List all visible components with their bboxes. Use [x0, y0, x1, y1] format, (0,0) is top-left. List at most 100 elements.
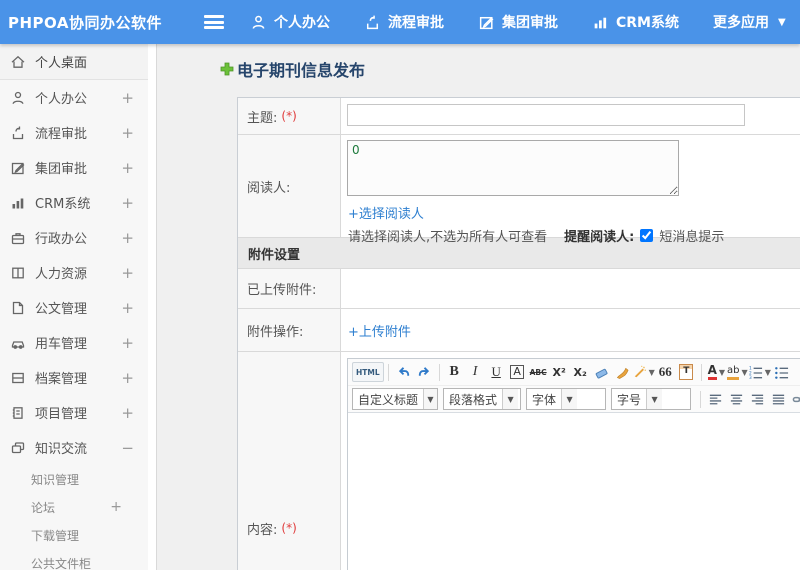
expand-plus-icon[interactable]: +	[121, 369, 134, 387]
bold-button[interactable]: B	[444, 361, 465, 383]
edit-icon	[478, 14, 495, 31]
editor-content-area[interactable]	[348, 413, 800, 570]
subscript-button[interactable]: X₂	[570, 361, 591, 383]
unordered-list-button[interactable]	[771, 361, 792, 383]
edit-icon	[10, 160, 26, 176]
reader-row: 阅读人: 0 +选择阅读人 请选择阅读人,不选为所有人可查看 提醒阅读人: 短消…	[238, 135, 800, 238]
sidebar-item-documents[interactable]: 公文管理 +	[0, 290, 148, 325]
collapse-minus-icon[interactable]: −	[121, 439, 134, 457]
expand-plus-icon[interactable]: +	[121, 299, 134, 317]
expand-plus-icon[interactable]: +	[121, 404, 134, 422]
sidebar-subitem-knowledge-mgmt[interactable]: 知识管理	[0, 465, 148, 493]
briefcase-icon	[10, 230, 26, 246]
align-left-button[interactable]	[705, 388, 726, 410]
choose-reader-link[interactable]: +选择阅读人	[348, 203, 800, 222]
nav-more-apps[interactable]: 更多应用 ▼	[713, 12, 786, 32]
add-plus-icon	[220, 62, 234, 76]
expand-plus-icon[interactable]: +	[121, 159, 134, 177]
sidebar-item-crm[interactable]: CRM系统 +	[0, 185, 148, 220]
reader-label: 阅读人:	[238, 135, 341, 237]
expand-plus-icon[interactable]: +	[121, 194, 134, 212]
expand-plus-icon[interactable]: +	[121, 89, 134, 107]
sidebar-item-personal-office[interactable]: 个人办公 +	[0, 80, 148, 115]
archive-icon	[10, 370, 26, 386]
top-bar: PHPOA协同办公软件 个人办公 流程审批 集团审批 CRM系统 更多应用 ▼	[0, 0, 800, 44]
sidebar-subitem-public-cabinet[interactable]: 公共文件柜	[0, 549, 148, 577]
underline-button[interactable]: U	[486, 361, 507, 383]
bar-chart-icon	[592, 14, 609, 31]
font-family-select[interactable]: 字体▼	[526, 388, 606, 410]
sidebar-item-group-approval[interactable]: 集团审批 +	[0, 150, 148, 185]
expand-plus-icon[interactable]: +	[110, 499, 122, 515]
paragraph-format-select[interactable]: 段落格式▼	[443, 388, 521, 410]
undo-button[interactable]	[393, 361, 414, 383]
caret-down-icon: ▼	[778, 17, 786, 28]
html-source-button[interactable]: HTML	[352, 362, 384, 382]
sidebar-subitem-forum[interactable]: 论坛 +	[0, 493, 148, 521]
caret-down-icon: ▼	[561, 389, 577, 409]
required-mark: (*)	[281, 521, 296, 535]
attachment-actions-row: 附件操作: +上传附件	[238, 309, 800, 352]
superscript-button[interactable]: X²	[549, 361, 570, 383]
sidebar-item-projects[interactable]: 项目管理 +	[0, 395, 148, 430]
highlight-color-button[interactable]: ab▼	[727, 361, 748, 383]
sidebar-subitem-downloads[interactable]: 下载管理	[0, 521, 148, 549]
redo-button[interactable]	[414, 361, 435, 383]
main-content: 电子期刊信息发布 主题:(*) 阅读人: 0 +选择阅读人 请选择阅读人,不选为…	[157, 44, 800, 570]
eraser-button[interactable]	[591, 361, 612, 383]
caret-down-icon: ▼	[719, 368, 725, 377]
align-justify-button[interactable]	[768, 388, 789, 410]
paste-as-text-button[interactable]: T	[676, 361, 697, 383]
expand-plus-icon[interactable]: +	[121, 334, 134, 352]
expand-plus-icon[interactable]: +	[121, 264, 134, 282]
user-icon	[10, 90, 26, 106]
insert-link-button[interactable]	[789, 388, 800, 410]
strikethrough-button[interactable]: ABC	[528, 361, 549, 383]
toolbar-separator	[388, 364, 389, 381]
nav-personal-office[interactable]: 个人办公	[250, 12, 330, 32]
nav-workflow-approval[interactable]: 流程审批	[364, 12, 444, 32]
rich-text-editor: HTML B I U A ABC X² X₂ ▼	[347, 358, 800, 570]
expand-plus-icon[interactable]: +	[121, 229, 134, 247]
caret-down-icon: ▼	[649, 368, 655, 377]
expand-plus-icon[interactable]: +	[121, 124, 134, 142]
sidebar-item-hr[interactable]: 人力资源 +	[0, 255, 148, 290]
font-style-button[interactable]: A	[507, 361, 528, 383]
sidebar-item-knowledge[interactable]: 知识交流 −	[0, 430, 148, 465]
chat-copies-icon	[10, 440, 26, 456]
editor-toolbar-row2: 自定义标题▼ 段落格式▼ 字体▼ 字号▼	[348, 386, 800, 413]
publish-form: 主题:(*) 阅读人: 0 +选择阅读人 请选择阅读人,不选为所有人可查看 提醒…	[237, 97, 800, 570]
sidebar-item-archives[interactable]: 档案管理 +	[0, 360, 148, 395]
align-center-button[interactable]	[726, 388, 747, 410]
font-size-select[interactable]: 字号▼	[611, 388, 691, 410]
italic-button[interactable]: I	[465, 361, 486, 383]
hamburger-menu-icon[interactable]	[204, 15, 224, 29]
nav-crm-system[interactable]: CRM系统	[592, 12, 679, 32]
car-icon	[10, 335, 26, 351]
caret-down-icon: ▼	[423, 389, 437, 409]
app-logo: PHPOA协同办公软件	[0, 12, 204, 33]
custom-heading-select[interactable]: 自定义标题▼	[352, 388, 438, 410]
sms-notify-checkbox[interactable]	[640, 229, 653, 242]
sms-notify-label: 短消息提示	[659, 226, 724, 245]
svg-text:3: 3	[749, 375, 752, 380]
align-right-button[interactable]	[747, 388, 768, 410]
toolbar-separator	[701, 364, 702, 381]
subject-label: 主题:(*)	[238, 98, 341, 134]
sidebar-item-administration[interactable]: 行政办公 +	[0, 220, 148, 255]
reader-textarea[interactable]: 0	[347, 140, 679, 196]
ordered-list-button[interactable]: 123▼	[748, 361, 771, 383]
upload-attachment-link[interactable]: +上传附件	[348, 321, 411, 340]
sidebar-item-workflow-approval[interactable]: 流程审批 +	[0, 115, 148, 150]
sidebar-item-vehicles[interactable]: 用车管理 +	[0, 325, 148, 360]
format-brush-button[interactable]	[612, 361, 633, 383]
blockquote-button[interactable]: 66	[655, 361, 676, 383]
auto-format-button[interactable]: ▼	[633, 361, 655, 383]
sidebar-item-desktop[interactable]: 个人桌面	[0, 44, 148, 80]
subject-input[interactable]	[347, 104, 745, 126]
history-icon	[364, 14, 381, 31]
font-color-button[interactable]: A▼	[706, 361, 727, 383]
attachment-actions-label: 附件操作:	[238, 309, 341, 351]
home-icon	[10, 54, 26, 70]
nav-group-approval[interactable]: 集团审批	[478, 12, 558, 32]
